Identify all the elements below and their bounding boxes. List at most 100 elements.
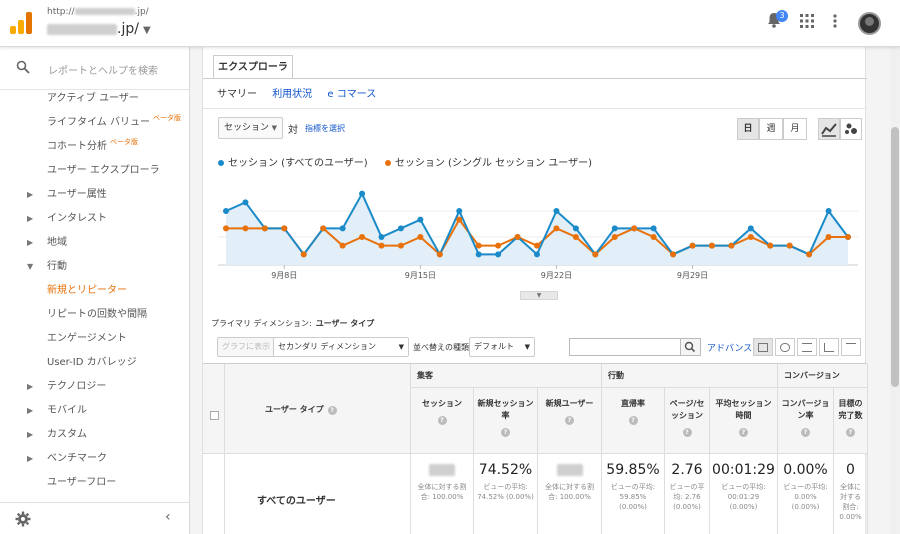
caret-down-icon: ▼ [27, 262, 34, 271]
sidebar-item[interactable]: ▶ ユーザー属性 [0, 183, 189, 207]
plot-rows-button[interactable]: グラフに表示 [217, 337, 275, 357]
help-icon[interactable]: ? [739, 428, 748, 437]
analytics-logo-icon[interactable] [10, 12, 32, 34]
sidebar-item[interactable]: ▶ 地域 [0, 231, 189, 255]
column-header[interactable]: 目標の完了数? [834, 388, 868, 454]
account-selector[interactable]: .jp/▼ [47, 21, 151, 37]
sidebar-item-label: カスタム [47, 423, 87, 447]
more-vert-icon[interactable] [828, 12, 842, 34]
help-icon[interactable]: ? [628, 416, 638, 425]
subtab-ecommerce[interactable]: e コマース [327, 89, 376, 100]
chevron-left-icon[interactable]: ‹ [165, 509, 171, 525]
sidebar-item-text: 地域 [47, 237, 67, 248]
caret-right-icon: ▶ [27, 238, 34, 247]
sidebar-item[interactable]: ▶ インタレスト [0, 207, 189, 231]
advanced-filter-link[interactable]: アドバンス [707, 341, 752, 354]
caret-right-icon: ▶ [27, 190, 34, 199]
period-week-button[interactable]: 週 [759, 118, 783, 140]
divider [203, 108, 867, 109]
data-point [611, 234, 618, 240]
data-point [767, 242, 774, 249]
table-view-icon[interactable] [753, 338, 773, 356]
motion-chart-icon[interactable] [840, 118, 862, 140]
secondary-dimension-select[interactable]: セカンダリ ディメンション ▼ [273, 337, 409, 357]
dimension-header[interactable]: ユーザー タイプ? [225, 364, 411, 454]
column-header[interactable]: 平均セッション時間? [710, 388, 778, 454]
table-search-input[interactable] [569, 338, 681, 356]
sort-type-select[interactable]: デフォルト ▼ [469, 337, 535, 357]
caret-right-icon: ▶ [27, 214, 34, 223]
column-header[interactable]: コンバージョン率? [778, 388, 834, 454]
help-icon[interactable]: ? [846, 428, 855, 437]
page-scrollbar[interactable] [890, 47, 900, 534]
column-header[interactable]: セッション? [411, 388, 474, 454]
column-header[interactable]: 新規セッション率? [474, 388, 538, 454]
help-icon[interactable]: ? [327, 406, 337, 415]
sidebar-item[interactable]: User-ID カバレッジ [0, 351, 189, 375]
sidebar-item[interactable]: エンゲージメント [0, 327, 189, 351]
data-point [572, 234, 579, 240]
data-point [300, 251, 307, 258]
sidebar-item[interactable]: ▼ 行動 [0, 255, 189, 279]
help-icon[interactable]: ? [682, 428, 692, 437]
sidebar-item[interactable]: ユーザーフロー [0, 471, 189, 495]
select-all-checkbox[interactable] [210, 411, 219, 420]
help-icon[interactable]: ? [565, 416, 574, 425]
data-table: ユーザー タイプ? 集客 行動 コンバージョン セッション? 新規セッション率? 新… [203, 363, 868, 534]
metric-subtext: ビューの平均: 59.85% (0.00%) [610, 483, 656, 511]
caret-down-icon: ▼ [398, 343, 404, 351]
sessions-line-chart: 9月8日 9月15日 9月22日 9月29日 [218, 190, 858, 280]
sidebar-item[interactable]: リピートの回数や間隔 [0, 303, 189, 327]
column-header[interactable]: 直帰率? [602, 388, 665, 454]
comparison-view-icon[interactable] [819, 338, 839, 356]
sidebar-search[interactable]: レポートとヘルプを検索 [0, 47, 189, 90]
data-point [747, 225, 754, 232]
sidebar-item[interactable]: コホート分析 ベータ版 [0, 135, 189, 159]
period-month-button[interactable]: 月 [783, 118, 807, 140]
column-header[interactable]: ページ/セッション? [665, 388, 710, 454]
report-panel: エクスプローラ サマリー 利用状況 e コマース セッション ▼ 対 指標を選択… [202, 47, 868, 534]
gear-icon[interactable] [15, 511, 31, 527]
line-chart-icon[interactable] [818, 118, 840, 140]
data-point [261, 225, 268, 232]
help-icon[interactable]: ? [437, 416, 447, 425]
pivot-view-icon[interactable] [841, 338, 861, 356]
apps-grid-icon[interactable] [798, 12, 816, 34]
search-button[interactable] [681, 338, 701, 356]
chart-resize-handle[interactable]: ▼ [520, 291, 558, 300]
sidebar-item[interactable]: ▶ モバイル [0, 399, 189, 423]
user-avatar[interactable] [858, 12, 881, 35]
primary-dimension-value[interactable]: ユーザー タイプ [316, 319, 375, 328]
column-header-label: 目標の完了数 [838, 399, 863, 420]
tab-explorer[interactable]: エクスプローラ [213, 55, 293, 79]
sidebar-item[interactable]: アクティブ ユーザー [0, 87, 189, 111]
sidebar-item[interactable]: ユーザー エクスプローラ [0, 159, 189, 183]
sidebar-item-label: 行動 [47, 255, 67, 279]
caret-down-icon: ▼ [271, 124, 277, 132]
caret-right-icon: ▶ [27, 430, 34, 439]
help-icon[interactable]: ? [801, 428, 810, 437]
metric-select[interactable]: セッション ▼ [218, 117, 283, 139]
subtab-summary[interactable]: サマリー [217, 89, 257, 100]
sidebar-item-text: テクノロジー [47, 381, 107, 392]
data-point [359, 190, 366, 197]
column-header[interactable]: 新規ユーザー? [538, 388, 602, 454]
sort-type-value: デフォルト [474, 342, 514, 351]
sidebar-item[interactable]: ▶ カスタム [0, 423, 189, 447]
column-header-label: 平均セッション時間 [715, 399, 772, 420]
help-icon[interactable]: ? [501, 428, 510, 437]
column-header-label: ページ/セッション [669, 399, 705, 420]
subtab-usage[interactable]: 利用状況 [272, 89, 312, 100]
sidebar-item[interactable]: ライフタイム バリュー ベータ版 [0, 111, 189, 135]
pick-metric-link[interactable]: 指標を選択 [305, 123, 345, 134]
pie-view-icon[interactable] [775, 338, 795, 356]
period-day-button[interactable]: 日 [737, 118, 759, 140]
performance-view-icon[interactable] [797, 338, 817, 356]
data-point [339, 242, 346, 249]
sidebar-item[interactable]: 新規とリピーター [0, 279, 189, 303]
data-point [281, 225, 288, 232]
sidebar-item[interactable]: ▶ テクノロジー [0, 375, 189, 399]
sidebar-item[interactable]: ▶ ベンチマーク [0, 447, 189, 471]
data-point [495, 251, 502, 258]
sort-label: 並べ替えの種類: [413, 343, 472, 352]
